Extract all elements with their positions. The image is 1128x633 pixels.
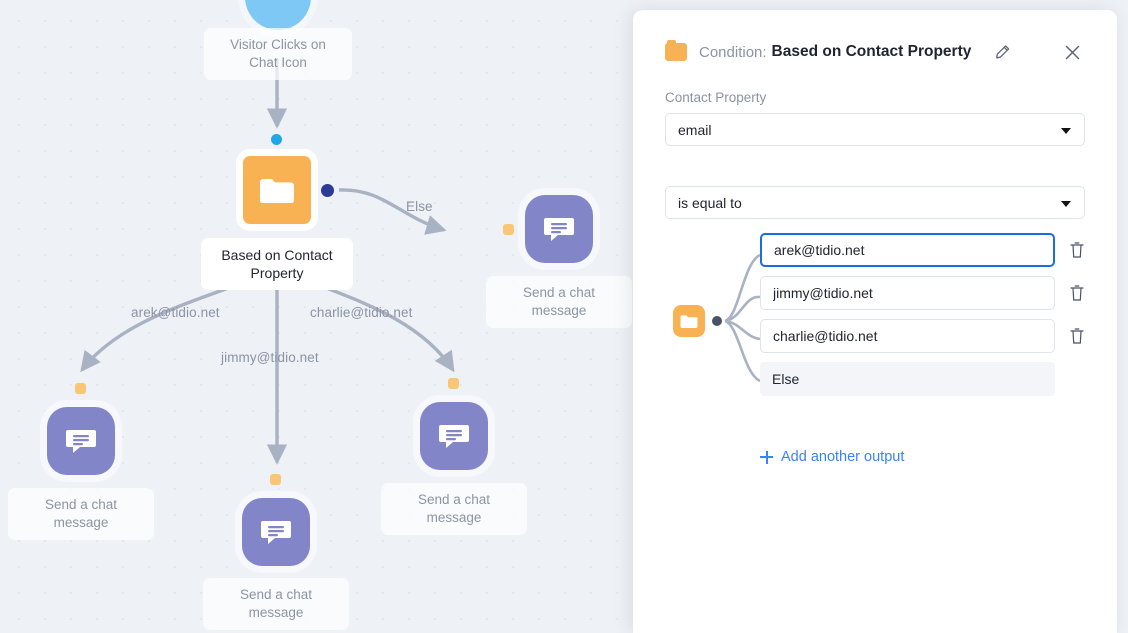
chat-message-icon bbox=[261, 521, 291, 544]
msg-jimmy-node-label: Send a chat message bbox=[203, 578, 349, 630]
trash-icon[interactable] bbox=[1069, 241, 1085, 259]
msg-else-input-dot[interactable] bbox=[503, 224, 514, 235]
msg-charlie-input-dot[interactable] bbox=[448, 378, 459, 389]
output-row-else: Else bbox=[760, 362, 1085, 396]
msg-arek-node-label: Send a chat message bbox=[8, 488, 154, 540]
folder-icon bbox=[665, 40, 687, 61]
chat-message-icon bbox=[544, 218, 574, 241]
operator-select[interactable]: is equal to bbox=[665, 186, 1085, 219]
plus-icon bbox=[760, 450, 773, 464]
edge-label-else: Else bbox=[406, 199, 433, 214]
output-value-input-1[interactable] bbox=[760, 233, 1055, 267]
trash-icon[interactable] bbox=[1069, 284, 1085, 302]
close-icon bbox=[1065, 45, 1079, 59]
output-row bbox=[760, 276, 1085, 310]
edge-label-arek: arek@tidio.net bbox=[131, 305, 220, 320]
field-spacer bbox=[665, 146, 1085, 186]
contact-property-value: email bbox=[678, 121, 712, 138]
chevron-down-icon bbox=[1061, 200, 1071, 207]
trash-icon[interactable] bbox=[1069, 327, 1085, 345]
condition-node-label: Based on Contact Property bbox=[201, 238, 353, 290]
chat-message-icon bbox=[66, 430, 96, 453]
condition-input-dot[interactable] bbox=[271, 134, 282, 145]
edit-name-button[interactable] bbox=[989, 39, 1015, 65]
add-another-output-button[interactable]: Add another output bbox=[760, 449, 1085, 465]
output-rows: Else bbox=[760, 233, 1085, 405]
condition-settings-panel: Condition: Based on Contact Property Con… bbox=[633, 10, 1117, 633]
trigger-node-label: Visitor Clicks on Chat Icon bbox=[204, 28, 352, 80]
condition-node[interactable] bbox=[243, 156, 311, 224]
trash-placeholder bbox=[1069, 370, 1085, 388]
msg-else-node-label: Send a chat message bbox=[486, 276, 632, 328]
edge-label-jimmy: jimmy@tidio.net bbox=[221, 350, 319, 365]
outputs-section: Else bbox=[665, 233, 1085, 443]
msg-jimmy-node[interactable] bbox=[242, 498, 310, 566]
msg-else-node[interactable] bbox=[525, 195, 593, 263]
output-value-input-2[interactable] bbox=[760, 276, 1055, 310]
output-else-value: Else bbox=[760, 362, 1055, 396]
output-row bbox=[760, 233, 1085, 267]
panel-header-title: Based on Contact Property bbox=[771, 43, 972, 60]
panel-header: Condition: Based on Contact Property bbox=[665, 10, 1085, 72]
close-panel-button[interactable] bbox=[1059, 39, 1085, 65]
condition-output-dot[interactable] bbox=[321, 184, 334, 197]
msg-jimmy-input-dot[interactable] bbox=[270, 474, 281, 485]
condition-mini-output-dot[interactable] bbox=[712, 316, 722, 326]
pencil-icon bbox=[995, 44, 1010, 58]
panel-header-prefix: Condition: bbox=[699, 43, 767, 61]
folder-icon bbox=[260, 178, 294, 203]
chevron-down-icon bbox=[1061, 127, 1071, 134]
msg-charlie-node[interactable] bbox=[420, 402, 488, 470]
folder-icon bbox=[680, 314, 698, 328]
edge-label-charlie: charlie@tidio.net bbox=[310, 305, 413, 320]
contact-property-label: Contact Property bbox=[665, 90, 767, 105]
operator-value: is equal to bbox=[678, 194, 742, 211]
contact-property-select[interactable]: email bbox=[665, 113, 1085, 146]
condition-mini-node[interactable] bbox=[673, 305, 705, 337]
output-row bbox=[760, 319, 1085, 353]
msg-arek-input-dot[interactable] bbox=[75, 383, 86, 394]
output-value-input-3[interactable] bbox=[760, 319, 1055, 353]
chat-message-icon bbox=[439, 425, 469, 448]
msg-charlie-node-label: Send a chat message bbox=[381, 483, 527, 535]
add-another-output-label: Add another output bbox=[781, 449, 905, 465]
msg-arek-node[interactable] bbox=[47, 407, 115, 475]
